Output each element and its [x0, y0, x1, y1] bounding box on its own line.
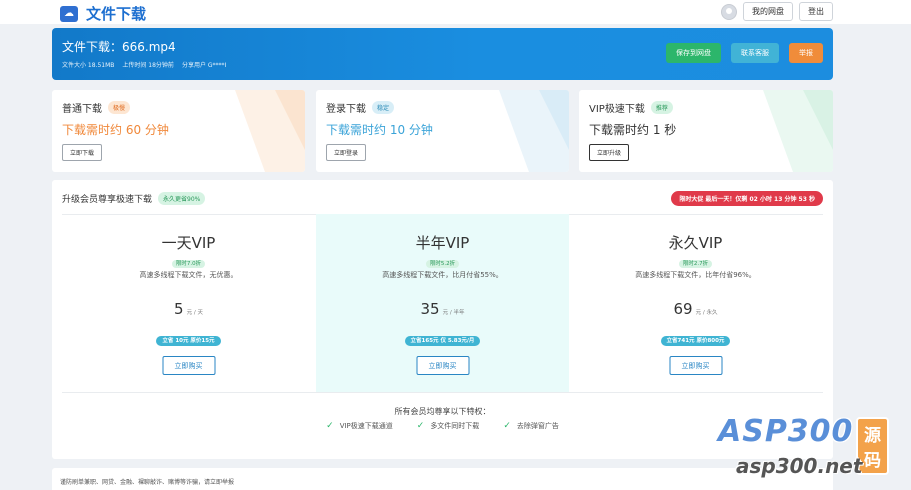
check-icon: ✓ [503, 421, 511, 431]
watermark-logo: ASP300 源码 asp300.net [718, 414, 889, 478]
download-now-button[interactable]: 立即下载 [62, 144, 103, 161]
upgrade-now-button[interactable]: 立即升级 [589, 144, 630, 161]
perk-item: ✓ 去除弹窗广告 [503, 421, 559, 431]
plan-unit: 元 / 半年 [442, 310, 465, 316]
plan-save: 立省165元 仅 5.83元/月 [404, 336, 481, 346]
perks-list: ✓ VIP极速下载通道 ✓ 多文件同时下载 ✓ 去除弹窗广告 [52, 421, 833, 431]
plan-half-year: 半年VIP 限时5.2折 高速多线程下载文件，比月付省55%。 35 元 / 半年… [316, 214, 569, 392]
logout-button[interactable]: 登出 [799, 2, 833, 21]
check-icon: ✓ [416, 421, 425, 431]
plan-desc: 高速多线程下载文件，比月付省55%。 [382, 271, 503, 279]
check-icon: ✓ [326, 421, 334, 431]
header-actions: 我的网盘 登出 [721, 2, 833, 21]
stable-tag: 稳定 [372, 101, 395, 114]
vip-download-title: VIP极速下载 [589, 104, 645, 115]
perk-item: ✓ VIP极速下载通道 [326, 421, 393, 431]
vip-heading-tag: 永久更省90% [158, 192, 206, 205]
vip-download-time: 下载需时约 1 秒 [589, 123, 677, 137]
login-now-button[interactable]: 立即登录 [326, 144, 367, 161]
report-button[interactable]: 举报 [789, 43, 823, 63]
plan-save: 立省 10元 原价15元 [156, 336, 221, 346]
site-title: 文件下载 [86, 5, 147, 23]
plan-desc: 高速多线程下载文件，无优惠。 [139, 271, 238, 279]
fraud-notice-text: 谨防刷单兼职、网贷、金融、裸聊敲诈、赌博等诈骗，请立即举报 [60, 479, 235, 486]
plan-one-day: 一天VIP 限时7.0折 高速多线程下载文件，无优惠。 5元 / 天 立省 10… [62, 214, 315, 392]
countdown-badge: 限时大促 最后一天！仅剩 02 小时 13 分钟 53 秒 [671, 191, 823, 206]
login-download-time: 下载需时约 10 分钟 [326, 123, 433, 137]
upload-time: 上传时间 18分钟前 [122, 62, 174, 69]
my-disk-button[interactable]: 我的网盘 [743, 2, 793, 21]
plan-price: 5 [174, 300, 184, 318]
plan-price: 35 [420, 300, 440, 318]
card-decoration-shape [499, 90, 569, 172]
card-decoration-shape [235, 90, 305, 172]
contact-service-button[interactable]: 联系客服 [731, 43, 779, 63]
save-to-disk-button[interactable]: 保存到网盘 [666, 43, 721, 63]
login-download-title: 登录下载 [326, 104, 366, 115]
plan-permanent: 永久VIP 限时2.7折 高速多线程下载文件，比年付省96%。 69 元 / 永久… [569, 214, 822, 392]
normal-download-time: 下载需时约 60 分钟 [62, 123, 169, 137]
slow-tag: 极慢 [108, 101, 131, 114]
file-meta: 文件大小 18.51MB 上传时间 18分钟前 分享用户 G****I [62, 60, 226, 69]
divider [62, 392, 823, 393]
buy-now-button[interactable]: 立即购买 [669, 356, 722, 375]
normal-download-title: 普通下载 [62, 104, 102, 115]
user-avatar-icon[interactable] [721, 3, 737, 20]
site-logo[interactable]: ☁ 文件下载 [60, 3, 146, 24]
file-banner: 文件下载：666.mp4 文件大小 18.51MB 上传时间 18分钟前 分享用… [52, 28, 833, 80]
plan-save: 立省741元 原价800元 [660, 336, 731, 346]
plan-discount: 限时5.2折 [425, 260, 460, 268]
top-header: ☁ 文件下载 我的网盘 登出 [0, 0, 911, 24]
card-decoration-shape [763, 90, 833, 172]
perk-item: ✓ 多文件同时下载 [416, 421, 480, 431]
plan-discount: 限时7.0折 [171, 260, 206, 268]
plan-discount: 限时2.7折 [678, 260, 713, 268]
banner-actions: 保存到网盘 联系客服 举报 [666, 43, 823, 63]
recommend-tag: 推荐 [650, 101, 673, 114]
sharer: 分享用户 G****I [181, 62, 227, 69]
cloud-logo-icon: ☁ [60, 5, 78, 22]
perks-title: 所有会员均尊享以下特权： [394, 407, 491, 416]
buy-now-button[interactable]: 立即购买 [162, 356, 215, 375]
login-download-card: 登录下载 稳定 下载需时约 10 分钟 立即登录 [316, 90, 569, 172]
file-title: 文件下载：666.mp4 [62, 40, 176, 54]
plan-price: 69 [673, 300, 693, 318]
fraud-notice: 谨防刷单兼职、网贷、金融、裸聊敲诈、赌博等诈骗，请立即举报 [52, 468, 833, 490]
normal-download-card: 普通下载 极慢 下载需时约 60 分钟 立即下载 [52, 90, 305, 172]
vip-panel: 升级会员尊享极速下载 永久更省90% 限时大促 最后一天！仅剩 02 小时 13… [52, 180, 833, 459]
watermark-url: asp300.net [736, 454, 863, 478]
buy-now-button[interactable]: 立即购买 [416, 356, 469, 375]
plan-unit: 元 / 天 [186, 310, 203, 316]
plan-desc: 高速多线程下载文件，比年付省96%。 [635, 271, 756, 279]
plan-unit: 元 / 永久 [695, 310, 718, 316]
file-size: 文件大小 18.51MB [62, 62, 115, 69]
vip-heading: 升级会员尊享极速下载 [62, 195, 153, 205]
vip-download-card: VIP极速下载 推荐 下载需时约 1 秒 立即升级 [579, 90, 833, 172]
watermark-main: ASP300 [718, 414, 854, 449]
